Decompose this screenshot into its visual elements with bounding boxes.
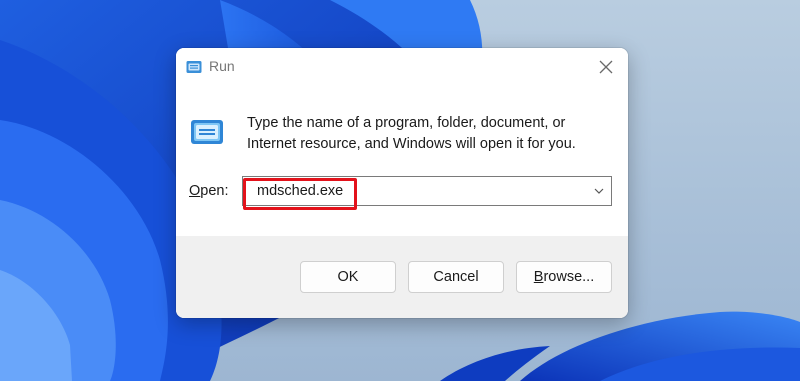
browse-label-text: rowse...: [543, 269, 595, 285]
dialog-body: Type the name of a program, folder, docu…: [176, 86, 628, 236]
description-line-2: Internet resource, and Windows will open…: [247, 136, 576, 152]
open-combobox[interactable]: [242, 176, 612, 206]
ok-button[interactable]: OK: [300, 261, 396, 293]
run-dialog: Run Type the name of a program, folder, …: [176, 48, 628, 318]
run-app-icon: [186, 61, 202, 73]
browse-button[interactable]: Browse...: [516, 261, 612, 293]
chevron-down-icon[interactable]: [591, 183, 607, 199]
open-label: Open:: [189, 183, 229, 199]
run-app-icon: [191, 120, 223, 144]
cancel-button[interactable]: Cancel: [408, 261, 504, 293]
open-label-text: pen:: [200, 183, 229, 199]
description-line-1: Type the name of a program, folder, docu…: [247, 115, 566, 131]
dialog-title: Run: [209, 58, 235, 74]
open-input[interactable]: [257, 177, 577, 205]
browse-accelerator: B: [533, 269, 544, 285]
close-icon: [599, 60, 613, 74]
title-bar[interactable]: Run: [176, 48, 628, 86]
desktop: Run Type the name of a program, folder, …: [0, 0, 800, 381]
dialog-description: Type the name of a program, folder, docu…: [247, 113, 617, 155]
open-label-accelerator: O: [189, 183, 201, 199]
dialog-footer: OK Cancel Browse...: [176, 236, 628, 318]
close-button[interactable]: [584, 48, 628, 86]
